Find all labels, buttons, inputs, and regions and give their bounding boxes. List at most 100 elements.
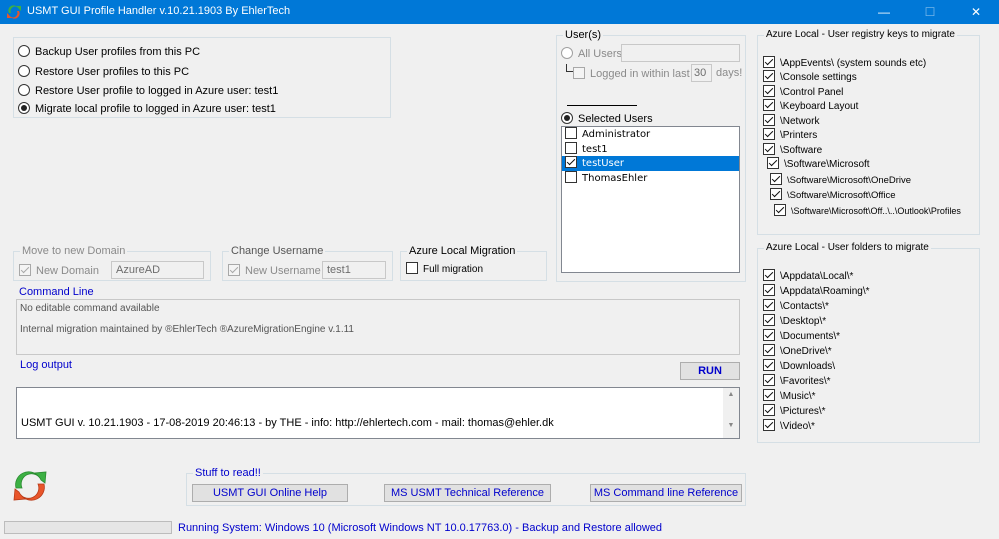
azure-migration-group: Azure Local Migration Full migration (400, 245, 547, 281)
minimize-button[interactable]: — (861, 0, 907, 24)
azure-migration-legend: Azure Local Migration (407, 245, 518, 257)
mode-backup[interactable]: Backup User profiles from this PC (18, 45, 200, 58)
reading-group: Stuff to read!! USMT GUI Online Help MS … (186, 467, 746, 506)
registry-checkbox[interactable] (774, 204, 786, 216)
all-users-radio[interactable] (561, 47, 573, 59)
user-list[interactable]: Administrator test1 testUser ThomasEhler (561, 126, 740, 273)
mode-backup-radio[interactable] (18, 45, 30, 57)
folder-item[interactable]: \Documents\* (763, 329, 840, 342)
registry-item[interactable]: \Network (763, 114, 819, 127)
new-domain-checkbox[interactable] (19, 264, 31, 276)
new-domain-option[interactable]: New Domain (19, 264, 99, 277)
status-text: Running System: Windows 10 (Microsoft Wi… (178, 522, 663, 534)
technical-reference-button[interactable]: MS USMT Technical Reference (384, 484, 551, 502)
mode-restore-azure-radio[interactable] (18, 84, 30, 96)
new-username-option[interactable]: New Username (228, 264, 321, 277)
close-button[interactable]: ✕ (953, 0, 999, 24)
folder-item[interactable]: \Video\* (763, 419, 815, 432)
username-input[interactable]: test1 (322, 261, 386, 279)
registry-item[interactable]: \Software (763, 143, 822, 156)
selected-users-option[interactable]: Selected Users (561, 112, 653, 125)
registry-item[interactable]: \Software\Microsoft\Off..\..\Outlook\Pro… (774, 204, 961, 216)
folder-checkbox[interactable] (763, 344, 775, 356)
folder-checkbox[interactable] (763, 389, 775, 401)
registry-item[interactable]: \Keyboard Layout (763, 99, 858, 112)
all-users-input[interactable] (621, 44, 740, 62)
registry-checkbox[interactable] (770, 173, 782, 185)
title-bar: USMT GUI Profile Handler v.10.21.1903 By… (0, 0, 999, 24)
mode-migrate-azure-radio[interactable] (18, 102, 30, 114)
folder-item[interactable]: \Pictures\* (763, 404, 826, 417)
username-legend: Change Username (229, 245, 326, 257)
folder-checkbox[interactable] (763, 374, 775, 386)
scroll-down-icon[interactable]: ▼ (723, 422, 739, 429)
folder-item[interactable]: \OneDrive\* (763, 344, 832, 357)
registry-item[interactable]: \Console settings (763, 70, 857, 83)
command-line-text: No editable command available (20, 303, 160, 314)
registry-item[interactable]: \AppEvents\ (system sounds etc) (763, 56, 926, 69)
registry-checkbox[interactable] (763, 56, 775, 68)
log-output-box[interactable]: USMT GUI v. 10.21.1903 - 17-08-2019 20:4… (16, 387, 740, 439)
folder-checkbox[interactable] (763, 404, 775, 416)
full-migration-checkbox[interactable] (406, 262, 418, 274)
registry-checkbox[interactable] (763, 70, 775, 82)
folder-checkbox[interactable] (763, 314, 775, 326)
registry-checkbox[interactable] (763, 99, 775, 111)
registry-checkbox[interactable] (763, 114, 775, 126)
minimize-icon: — (878, 5, 890, 19)
mode-restore-radio[interactable] (18, 65, 30, 77)
user-checkbox[interactable] (565, 156, 577, 168)
folder-item[interactable]: \Desktop\* (763, 314, 826, 327)
folder-checkbox[interactable] (763, 299, 775, 311)
mode-restore-azure[interactable]: Restore User profile to logged in Azure … (18, 84, 278, 97)
command-line-reference-button[interactable]: MS Command line Reference (590, 484, 742, 502)
registry-item[interactable]: \Software\Microsoft\Office (770, 188, 896, 201)
user-item[interactable]: ThomasEhler (562, 170, 739, 186)
command-line-box[interactable]: No editable command available Internal m… (16, 299, 740, 355)
user-checkbox[interactable] (565, 141, 577, 154)
registry-item[interactable]: \Control Panel (763, 85, 843, 98)
user-item[interactable]: test1 (562, 141, 739, 157)
folder-checkbox[interactable] (763, 329, 775, 341)
folder-item[interactable]: \Favorites\* (763, 374, 831, 387)
folder-item[interactable]: \Appdata\Roaming\* (763, 284, 870, 297)
registry-checkbox[interactable] (763, 143, 775, 155)
user-checkbox[interactable] (565, 170, 577, 183)
user-checkbox[interactable] (565, 127, 577, 139)
run-button[interactable]: RUN (680, 362, 740, 380)
folder-item[interactable]: \Downloads\ (763, 359, 835, 372)
reading-legend: Stuff to read!! (193, 467, 263, 479)
domain-input[interactable]: AzureAD (111, 261, 204, 279)
folder-checkbox[interactable] (763, 284, 775, 296)
all-users-option[interactable]: All Users (561, 47, 622, 60)
log-scrollbar[interactable]: ▲ ▼ (723, 388, 739, 438)
folder-checkbox[interactable] (763, 419, 775, 431)
online-help-button[interactable]: USMT GUI Online Help (192, 484, 348, 502)
window-title: USMT GUI Profile Handler v.10.21.1903 By… (27, 5, 291, 17)
registry-checkbox[interactable] (763, 85, 775, 97)
registry-checkbox[interactable] (770, 188, 782, 200)
new-username-checkbox[interactable] (228, 264, 240, 276)
maximize-button[interactable]: ☐ (907, 0, 953, 24)
full-migration-option[interactable]: Full migration (406, 262, 483, 275)
folder-checkbox[interactable] (763, 359, 775, 371)
registry-checkbox[interactable] (763, 128, 775, 140)
user-item[interactable]: testUser (562, 156, 739, 171)
mode-migrate-azure[interactable]: Migrate local profile to logged in Azure… (18, 102, 276, 115)
registry-item[interactable]: \Software\Microsoft\OneDrive (770, 173, 911, 186)
folder-item[interactable]: \Music\* (763, 389, 816, 402)
selected-users-radio[interactable] (561, 112, 573, 124)
user-item[interactable]: Administrator (562, 127, 739, 142)
days-input[interactable]: 30 (691, 64, 712, 82)
logged-within-checkbox[interactable] (573, 67, 585, 79)
mode-restore[interactable]: Restore User profiles to this PC (18, 65, 189, 78)
registry-item[interactable]: \Software\Microsoft (767, 157, 870, 170)
folder-item[interactable]: \Contacts\* (763, 299, 829, 312)
registry-item[interactable]: \Printers (763, 128, 817, 141)
logged-within-option[interactable]: Logged in within last (573, 67, 690, 80)
maximize-icon: ☐ (924, 5, 936, 19)
folder-checkbox[interactable] (763, 269, 775, 281)
folder-item[interactable]: \Appdata\Local\* (763, 269, 853, 282)
registry-checkbox[interactable] (767, 157, 779, 169)
scroll-up-icon[interactable]: ▲ (723, 391, 739, 398)
